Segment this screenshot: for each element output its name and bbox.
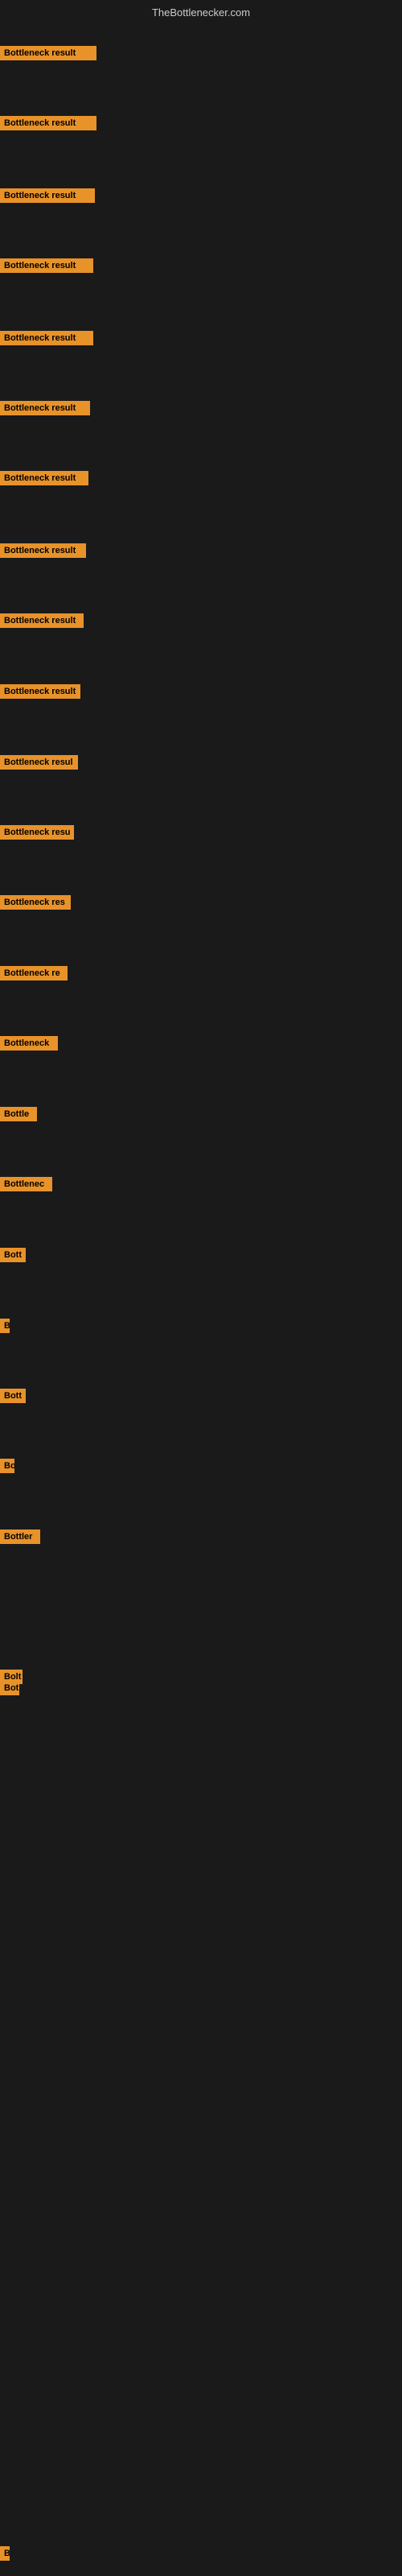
bottleneck-result-badge: Bot <box>0 1681 19 1695</box>
bottleneck-result-badge: Bottleneck result <box>0 401 90 415</box>
bottleneck-result-badge: Bottleneck result <box>0 684 80 699</box>
bottleneck-result-badge: Bottlenec <box>0 1177 52 1191</box>
bottleneck-result-badge: Bottleneck res <box>0 895 71 910</box>
bottleneck-result-badge: Bottleneck result <box>0 331 93 345</box>
bottleneck-result-badge: Bottler <box>0 1530 40 1544</box>
bottleneck-result-badge: Bottleneck result <box>0 258 93 273</box>
bottleneck-result-badge: Bott <box>0 1248 26 1262</box>
bottleneck-result-badge: Bottleneck re <box>0 966 68 980</box>
bottleneck-result-badge: B <box>0 1319 10 1333</box>
bottleneck-result-badge: Bottleneck result <box>0 613 84 628</box>
bottleneck-result-badge: Bottleneck resul <box>0 755 78 770</box>
site-title: TheBottlenecker.com <box>152 6 250 19</box>
bottleneck-result-badge: Bott <box>0 1389 26 1403</box>
bottleneck-result-badge: Bottleneck result <box>0 116 96 130</box>
bottleneck-result-badge: Bo <box>0 1459 14 1473</box>
bottleneck-result-badge: Bottleneck resu <box>0 825 74 840</box>
bottleneck-result-badge: Bottleneck result <box>0 46 96 60</box>
bottleneck-result-badge: Bottleneck <box>0 1036 58 1051</box>
bottleneck-result-badge: Bottleneck result <box>0 543 86 558</box>
bottleneck-result-badge: Bottleneck result <box>0 471 88 485</box>
bottleneck-result-badge: B <box>0 2546 10 2561</box>
bottleneck-result-badge: Bottle <box>0 1107 37 1121</box>
bottleneck-result-badge: Bottleneck result <box>0 188 95 203</box>
